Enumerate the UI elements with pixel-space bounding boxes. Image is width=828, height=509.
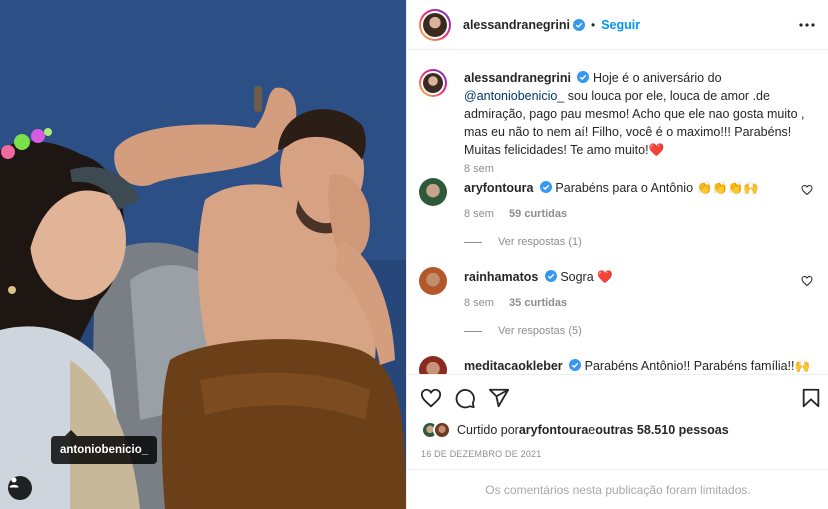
user-icon[interactable]: [8, 476, 32, 500]
comment-likes[interactable]: 35 curtidas: [509, 297, 567, 309]
comment-body: Parabéns Antônio!! Parabéns família!!: [584, 359, 795, 373]
avatar[interactable]: [419, 69, 447, 97]
action-bar: [407, 374, 828, 418]
user-tag-label[interactable]: antoniobenicio_: [51, 430, 158, 464]
comment-time[interactable]: 8 sem: [464, 208, 494, 220]
post-header: alessandranegrini • Seguir: [407, 0, 828, 50]
avatar[interactable]: [419, 356, 447, 374]
view-replies-button[interactable]: Ver respostas (5): [464, 325, 582, 337]
post-photo[interactable]: antoniobenicio_: [0, 0, 406, 509]
clap-emoji: 👏👏👏🙌: [696, 181, 759, 195]
caption-mention[interactable]: @antoniobenicio_: [464, 89, 564, 103]
post-side-panel: alessandranegrini • Seguir alessandraneg…: [406, 0, 828, 509]
comment-username[interactable]: aryfontoura: [464, 181, 533, 195]
post-date[interactable]: 16 DE DEZEMBRO DE 2021: [421, 449, 541, 459]
view-replies-label: Ver respostas (1): [498, 236, 582, 248]
heart-icon[interactable]: [801, 275, 813, 287]
separator-dot: •: [591, 17, 596, 32]
liked-by-prefix: Curtido por: [457, 423, 519, 437]
view-replies-label: Ver respostas (5): [498, 325, 582, 337]
liked-by-user[interactable]: aryfontoura: [519, 423, 588, 437]
verified-icon: [577, 71, 590, 83]
liked-by-others[interactable]: outras 58.510 pessoas: [595, 423, 728, 437]
more-options-icon[interactable]: [799, 19, 815, 31]
caption-meta: 8 sem: [464, 163, 506, 175]
liked-by-middle: e: [588, 423, 596, 437]
heart-emoji: ❤️: [648, 143, 665, 157]
verified-icon: [569, 359, 582, 371]
instagram-post-modal: antoniobenicio_ alessandranegrini • Segu…: [0, 0, 828, 509]
caption-text: alessandranegrini Hoje é o aniversário d…: [464, 69, 814, 159]
header-username[interactable]: alessandranegrini: [463, 18, 570, 32]
heart-emoji: ❤️: [597, 270, 613, 284]
liked-by[interactable]: Curtido por aryfontoura e outras 58.510 …: [421, 420, 821, 440]
verified-icon: [539, 181, 552, 193]
follow-button[interactable]: Seguir: [601, 18, 640, 32]
comment-username[interactable]: meditacaokleber: [464, 359, 563, 373]
comment-meta: 8 sem 59 curtidas: [464, 208, 579, 220]
view-replies-button[interactable]: Ver respostas (1): [464, 236, 582, 248]
comment-text: meditacaokleber Parabéns Antônio!! Parab…: [464, 357, 814, 374]
verified-icon: [544, 270, 557, 282]
caption-text-before: Hoje é o aniversário do: [592, 71, 722, 85]
avatar[interactable]: [419, 178, 447, 206]
caption-time[interactable]: 8 sem: [464, 163, 494, 175]
photo-illustration: [0, 0, 406, 509]
comment-likes[interactable]: 59 curtidas: [509, 208, 567, 220]
comment-text: aryfontoura Parabéns para o Antônio 👏👏👏🙌: [464, 179, 814, 197]
comment-username[interactable]: rainhamatos: [464, 270, 538, 284]
replies-divider: [464, 241, 482, 243]
avatar[interactable]: [419, 8, 451, 41]
heart-icon[interactable]: [420, 387, 442, 409]
comment-text: rainhamatos Sogra ❤️: [464, 268, 814, 286]
bookmark-icon[interactable]: [800, 387, 822, 409]
avatar: [433, 421, 451, 439]
raised-hands-emoji: 🙌: [794, 359, 811, 373]
comments-list[interactable]: alessandranegrini Hoje é o aniversário d…: [407, 51, 828, 374]
avatar[interactable]: [419, 267, 447, 295]
verified-icon: [573, 18, 585, 31]
comment-time[interactable]: 8 sem: [464, 297, 494, 309]
heart-icon[interactable]: [801, 184, 813, 196]
comment-icon[interactable]: [454, 387, 476, 409]
comments-limited-notice: Os comentários nesta publicação foram li…: [407, 469, 828, 509]
comment-body: Sogra: [560, 270, 598, 284]
share-icon[interactable]: [488, 387, 510, 409]
caption-username[interactable]: alessandranegrini: [464, 71, 571, 85]
replies-divider: [464, 330, 482, 332]
comment-body: Parabéns para o Antônio: [555, 181, 697, 195]
comment-meta: 8 sem 35 curtidas: [464, 297, 579, 309]
